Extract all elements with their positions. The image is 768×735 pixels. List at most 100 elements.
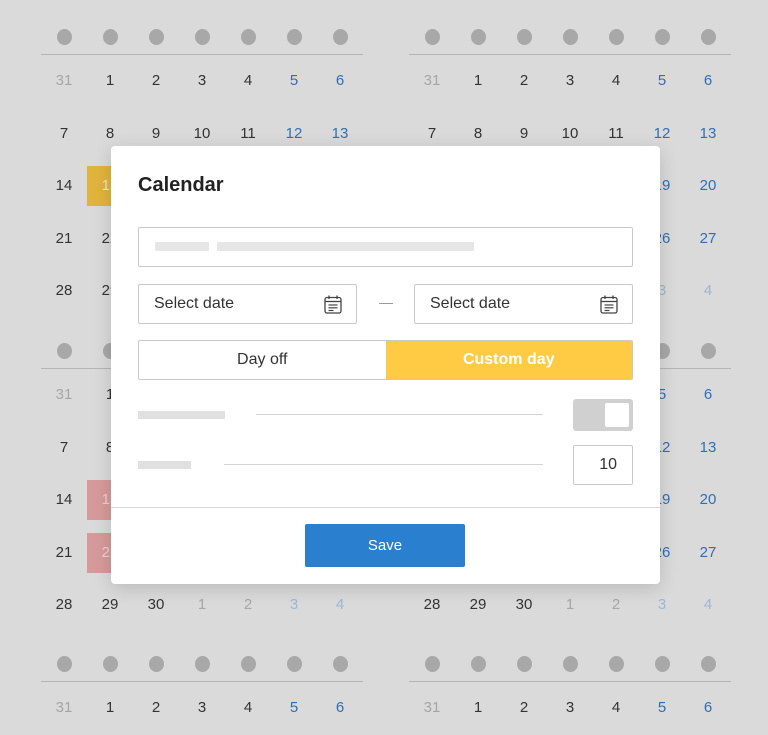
calendar-day[interactable]: 27	[685, 533, 731, 573]
calendar-day[interactable]: 4	[593, 61, 639, 101]
calendar-day[interactable]: 30	[501, 585, 547, 625]
calendar-icon[interactable]	[600, 295, 618, 314]
weekday-dot	[240, 29, 256, 45]
calendar-day[interactable]: 1	[455, 61, 501, 101]
calendar-day[interactable]: 3	[179, 61, 225, 101]
weekday-dot	[654, 656, 670, 672]
end-date-placeholder: Select date	[430, 295, 511, 312]
calendar-week: 31123456	[409, 55, 731, 108]
calendar-day[interactable]: 4	[225, 688, 271, 728]
calendar-day[interactable]: 2	[133, 61, 179, 101]
calendar-day[interactable]: 28	[409, 585, 455, 625]
calendar-day[interactable]: 3	[547, 688, 593, 728]
setting-divider	[224, 464, 543, 465]
calendar-day[interactable]: 2	[501, 688, 547, 728]
calendar-day[interactable]: 7	[41, 428, 87, 468]
calendar-day[interactable]: 3	[639, 585, 685, 625]
calendar-day[interactable]: 6	[685, 688, 731, 728]
save-button[interactable]: Save	[305, 524, 465, 567]
name-input[interactable]	[138, 227, 633, 267]
weekday-dot	[56, 343, 72, 359]
calendar-day[interactable]: 4	[317, 585, 363, 625]
weekday-dot	[470, 656, 486, 672]
end-date-field[interactable]: Select date	[414, 284, 633, 324]
calendar-day[interactable]: 6	[685, 61, 731, 101]
calendar-day[interactable]: 14	[41, 166, 87, 206]
weekday-dot	[56, 656, 72, 672]
setting-label-placeholder	[138, 461, 191, 469]
calendar-day[interactable]: 6	[317, 61, 363, 101]
weekday-dot	[332, 656, 348, 672]
weekday-dot	[332, 29, 348, 45]
calendar-day[interactable]: 4	[685, 271, 731, 311]
calendar-modal: Calendar Select date Select date Day off…	[111, 146, 660, 584]
calendar-day[interactable]: 5	[271, 688, 317, 728]
calendar-day[interactable]: 2	[133, 688, 179, 728]
weekday-dot	[148, 29, 164, 45]
calendar-day[interactable]: 30	[133, 585, 179, 625]
calendar-day[interactable]: 1	[179, 585, 225, 625]
calendar-day[interactable]: 1	[87, 61, 133, 101]
weekday-dots	[409, 28, 731, 46]
calendar-day[interactable]: 5	[639, 61, 685, 101]
weekday-dot	[470, 29, 486, 45]
calendar-day[interactable]: 20	[685, 480, 731, 520]
calendar-day[interactable]: 14	[41, 480, 87, 520]
weekday-dot	[562, 29, 578, 45]
setting-label-placeholder	[138, 411, 225, 419]
calendar-day[interactable]: 1	[455, 688, 501, 728]
weekday-dots	[409, 655, 731, 673]
calendar-day[interactable]: 4	[225, 61, 271, 101]
calendar-day[interactable]: 6	[685, 375, 731, 415]
weekday-dot	[700, 656, 716, 672]
calendar-day[interactable]: 5	[639, 688, 685, 728]
calendar-day[interactable]: 5	[271, 61, 317, 101]
calendar-day[interactable]: 3	[271, 585, 317, 625]
calendar-day[interactable]: 21	[41, 219, 87, 259]
day-type-segmented-control: Day off Custom day	[138, 340, 633, 380]
day-off-option[interactable]: Day off	[139, 341, 386, 379]
weekday-dots	[41, 28, 363, 46]
calendar-day[interactable]: 13	[685, 114, 731, 154]
calendar-day[interactable]: 28	[41, 585, 87, 625]
weekday-dot	[700, 343, 716, 359]
weekday-dot	[424, 656, 440, 672]
calendar-day[interactable]: 3	[179, 688, 225, 728]
calendar-day[interactable]: 31	[409, 688, 455, 728]
calendar-day[interactable]: 31	[41, 688, 87, 728]
calendar-day[interactable]: 1	[547, 585, 593, 625]
calendar-day[interactable]: 2	[501, 61, 547, 101]
calendar-day[interactable]: 20	[685, 166, 731, 206]
number-input[interactable]: 10	[573, 445, 633, 485]
calendar-day[interactable]: 2	[593, 585, 639, 625]
calendar-day[interactable]: 1	[87, 688, 133, 728]
setting-toggle[interactable]	[573, 399, 633, 431]
weekday-dot	[562, 656, 578, 672]
weekday-dot	[286, 29, 302, 45]
calendar-day[interactable]: 29	[87, 585, 133, 625]
calendar-day[interactable]: 31	[41, 375, 87, 415]
custom-day-option[interactable]: Custom day	[385, 341, 632, 379]
calendar-day[interactable]: 28	[41, 271, 87, 311]
start-date-placeholder: Select date	[154, 295, 235, 312]
calendar-icon[interactable]	[324, 295, 342, 314]
calendar-week: 31123456	[41, 55, 363, 108]
calendar-day[interactable]: 4	[593, 688, 639, 728]
weekday-dot	[700, 29, 716, 45]
toggle-knob	[605, 403, 629, 427]
modal-footer-divider	[111, 507, 660, 508]
calendar-day[interactable]: 2	[225, 585, 271, 625]
calendar-day[interactable]: 31	[409, 61, 455, 101]
calendar-day[interactable]: 31	[41, 61, 87, 101]
calendar-day[interactable]: 21	[41, 533, 87, 573]
calendar-week: 31123456	[41, 682, 363, 735]
calendar-day[interactable]: 6	[317, 688, 363, 728]
calendar-day[interactable]: 29	[455, 585, 501, 625]
weekday-dots	[41, 655, 363, 673]
start-date-field[interactable]: Select date	[138, 284, 357, 324]
calendar-day[interactable]: 13	[685, 428, 731, 468]
calendar-day[interactable]: 7	[41, 114, 87, 154]
calendar-day[interactable]: 4	[685, 585, 731, 625]
calendar-day[interactable]: 27	[685, 219, 731, 259]
calendar-day[interactable]: 3	[547, 61, 593, 101]
